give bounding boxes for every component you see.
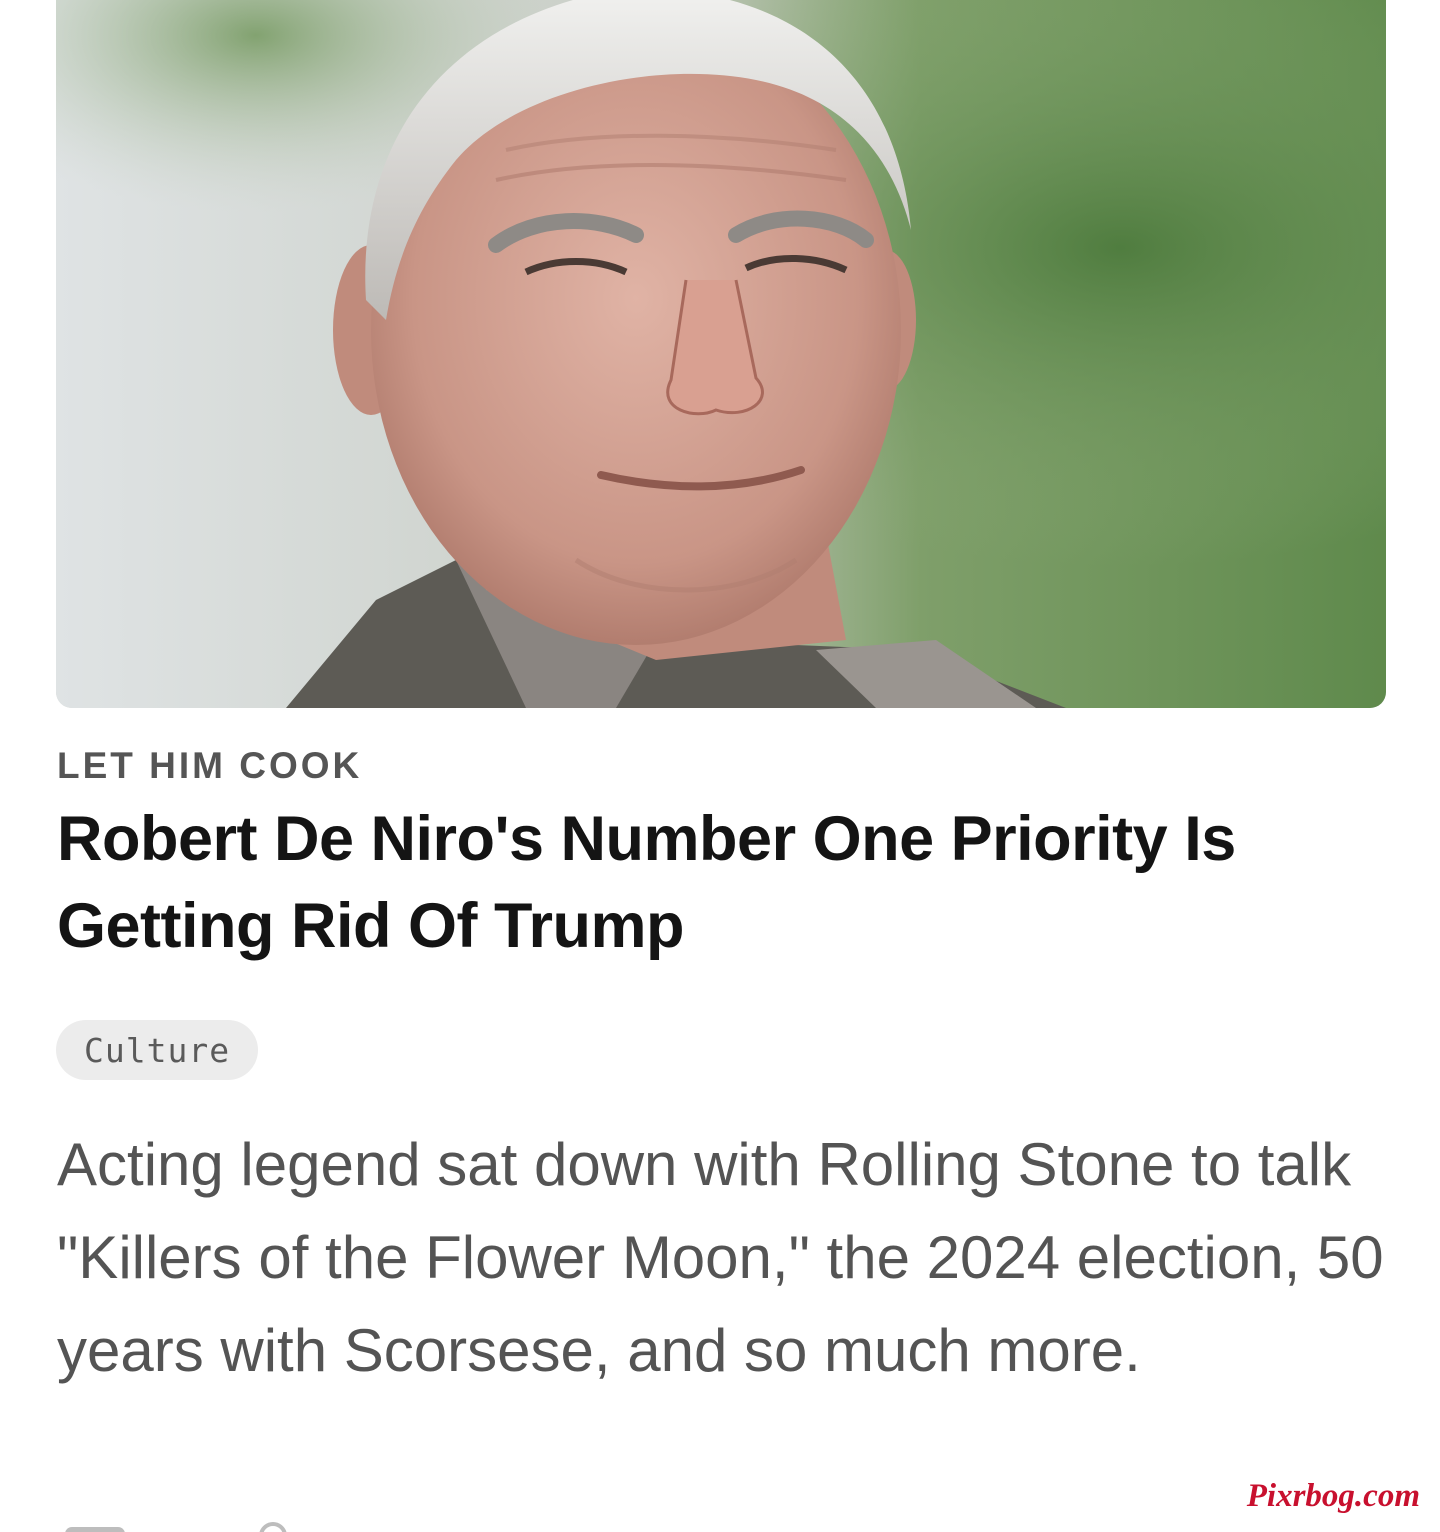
watermark: Pixrbog.com bbox=[1246, 1478, 1420, 1514]
article-headline[interactable]: Robert De Niro's Number One Priority Is … bbox=[57, 796, 1387, 970]
portrait-photo bbox=[56, 0, 1386, 708]
article-meta-row bbox=[57, 1520, 317, 1532]
clock-icon bbox=[259, 1522, 287, 1532]
article-hero-image[interactable] bbox=[56, 0, 1386, 708]
article-dek: Acting legend sat down with Rolling Ston… bbox=[57, 1131, 1384, 1384]
article-kicker: LET HIM COOK bbox=[57, 745, 363, 786]
category-tag[interactable]: Culture bbox=[56, 1020, 259, 1080]
meta-placeholder bbox=[65, 1527, 125, 1532]
